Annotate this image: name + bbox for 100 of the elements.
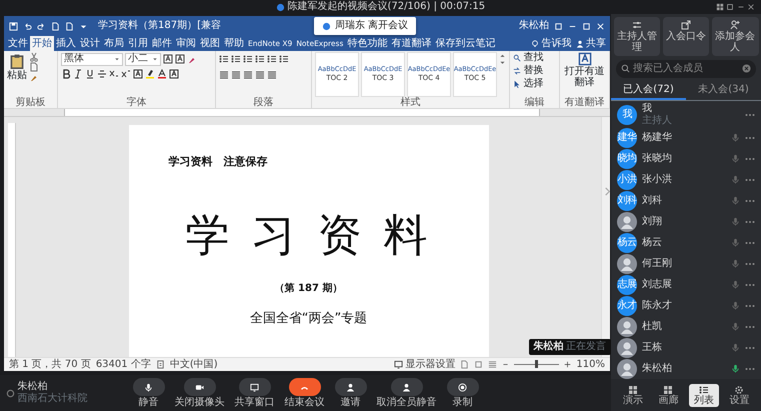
editing-button[interactable]: 选择 xyxy=(513,78,556,89)
justify-icon[interactable] xyxy=(255,70,265,80)
clear-icon[interactable] xyxy=(742,64,751,73)
panel-action-button[interactable]: 添加参会人 xyxy=(712,16,759,56)
member-tab[interactable]: 已入会(72) xyxy=(611,82,686,100)
record-icon xyxy=(458,382,467,392)
display-settings-button[interactable]: 显示器设置 xyxy=(394,358,456,370)
size-select[interactable]: 小二 xyxy=(125,52,161,66)
save-icon[interactable] xyxy=(9,22,18,30)
font-select[interactable]: 黑体 xyxy=(61,52,123,66)
avatar-silhouette-icon xyxy=(617,212,637,232)
highlight-icon[interactable] xyxy=(145,69,155,79)
bullets-icon[interactable] xyxy=(219,54,229,64)
screen-icon xyxy=(250,382,259,392)
avatar-silhouette-icon xyxy=(617,338,637,358)
ribbon-tab[interactable]: 审阅 xyxy=(174,36,198,51)
toolbar-button[interactable]: 结束会议 xyxy=(284,378,324,408)
panel-action-button[interactable]: 入会口令 xyxy=(662,16,710,56)
ribbon-tab[interactable]: 开始 xyxy=(30,36,54,51)
speaker-name: 朱松柏 xyxy=(18,381,48,392)
replace-icon xyxy=(513,66,521,74)
underline-icon[interactable] xyxy=(85,69,95,79)
numbering-icon[interactable] xyxy=(231,54,241,64)
bold-icon[interactable] xyxy=(61,69,71,79)
undo-icon[interactable] xyxy=(23,22,32,30)
read-mode-icon[interactable] xyxy=(460,360,470,369)
avatar: 杨云 xyxy=(617,232,637,252)
editing-button[interactable]: 查找 xyxy=(513,52,556,63)
zoom-slider-thumb[interactable] xyxy=(535,360,538,368)
zoom-out-icon[interactable] xyxy=(502,361,510,368)
search-icon xyxy=(621,64,630,73)
notification-text: 周瑞东 离开会议 xyxy=(335,20,408,32)
ribbon-tab[interactable]: 布局 xyxy=(102,36,126,51)
avatar: 建华 xyxy=(617,128,637,148)
grow-font-icon[interactable] xyxy=(163,54,173,64)
view-tab[interactable]: 演示 xyxy=(618,384,648,406)
scissors-icon[interactable] xyxy=(29,52,39,62)
member-role: 主持人 xyxy=(642,115,673,127)
grid-icon xyxy=(663,384,674,394)
maximize-icon[interactable] xyxy=(726,3,734,11)
multilevel-list-icon[interactable] xyxy=(243,54,253,64)
tell-me-button[interactable]: 告诉我 xyxy=(529,36,574,51)
ribbon-tab[interactable]: 邮件 xyxy=(150,36,174,51)
copy-icon[interactable] xyxy=(29,62,39,72)
view-tab[interactable]: 列表 xyxy=(688,384,719,406)
ribbon-tab[interactable]: 文件 xyxy=(6,36,30,51)
ribbon-tab[interactable]: 引用 xyxy=(126,36,150,51)
scroll-down-icon[interactable] xyxy=(499,59,506,66)
ribbon-tab[interactable]: 保存到云笔记 xyxy=(433,36,498,51)
paste-button[interactable]: 粘贴 xyxy=(7,52,27,97)
lightbulb-icon xyxy=(531,40,539,48)
subscript-icon[interactable] xyxy=(109,69,119,79)
layout-icon[interactable] xyxy=(716,3,724,11)
toolbar-button[interactable]: 关闭摄像头 xyxy=(174,378,224,408)
increase-indent-icon[interactable] xyxy=(267,54,277,64)
ribbon-tab[interactable]: 插入 xyxy=(54,36,78,51)
editing-button[interactable]: 替换 xyxy=(513,65,556,76)
toolbar-button[interactable]: 取消全员静音 xyxy=(376,378,436,408)
line-spacing-icon[interactable] xyxy=(267,70,277,80)
zoom-in-icon[interactable] xyxy=(564,361,572,368)
speaker-organization: 西南石大计科院 xyxy=(18,393,88,405)
align-left-icon[interactable] xyxy=(219,70,229,80)
view-tab[interactable]: 设置 xyxy=(724,384,754,406)
next-page-icon[interactable] xyxy=(603,187,612,196)
group-label: 样式 xyxy=(400,97,422,108)
panel-action-button[interactable]: 主持人管理 xyxy=(614,16,660,56)
align-right-icon[interactable] xyxy=(243,70,253,80)
settings-icon xyxy=(734,384,744,394)
superscript-icon[interactable] xyxy=(121,69,131,79)
translate-button[interactable]: 打开有道翻译 xyxy=(563,52,606,97)
italic-icon[interactable] xyxy=(73,69,83,79)
ribbon-tab[interactable]: 设计 xyxy=(78,36,102,51)
toolbar-button[interactable]: 共享窗口 xyxy=(234,378,274,408)
web-layout-icon[interactable] xyxy=(488,360,498,369)
group-label: 编辑 xyxy=(524,97,546,108)
redo-icon[interactable] xyxy=(37,22,46,30)
search-field[interactable]: 搜索已入会成员 xyxy=(616,60,756,78)
zoom-level: 110% xyxy=(576,358,605,370)
caret-icon xyxy=(152,56,158,62)
font-color-icon[interactable] xyxy=(157,69,167,79)
speaker-name: 朱松柏 xyxy=(534,341,564,352)
text-effects-icon[interactable] xyxy=(133,69,143,79)
sort-icon[interactable] xyxy=(279,54,289,64)
ribbon-tab[interactable]: 视图 xyxy=(198,36,222,51)
ribbon-display-icon[interactable] xyxy=(554,22,563,30)
shading-icon[interactable] xyxy=(169,69,179,79)
share-button[interactable]: 共享 xyxy=(574,36,608,51)
proofing-icon[interactable] xyxy=(156,360,165,369)
print-layout-icon[interactable] xyxy=(474,360,484,369)
view-tab[interactable]: 画廊 xyxy=(653,384,684,406)
ribbon-tab[interactable]: 帮助 xyxy=(222,36,246,51)
member-tab[interactable]: 未入会(34) xyxy=(686,82,761,100)
decrease-indent-icon[interactable] xyxy=(255,54,265,64)
ribbon-tab[interactable]: 有道翻译 xyxy=(389,36,434,51)
person-icon xyxy=(346,382,355,392)
shrink-font-icon[interactable] xyxy=(175,54,185,64)
strikethrough-icon[interactable] xyxy=(97,69,107,79)
ribbon-tab[interactable]: 特色功能 xyxy=(345,36,390,51)
close-icon[interactable] xyxy=(747,3,755,11)
align-center-icon[interactable] xyxy=(231,70,241,80)
